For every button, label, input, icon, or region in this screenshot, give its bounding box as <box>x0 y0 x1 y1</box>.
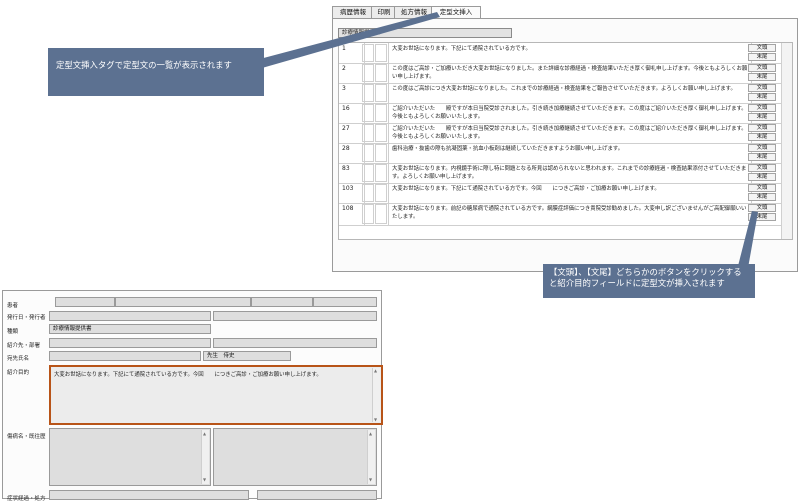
diagnosis-textarea[interactable] <box>49 428 211 486</box>
purpose-scrollbar[interactable] <box>372 368 380 422</box>
callout-button-hint: 【文頭】、【文尾】どちらかのボタンをクリックすると紹介目的フィールドに定型文が挿… <box>543 264 755 298</box>
diagnosis-scrollbar[interactable] <box>201 430 209 484</box>
issuer-field[interactable] <box>213 311 377 321</box>
callout-arrow-to-tab <box>256 12 440 68</box>
label-issue-date: 発行日・発行者 <box>7 315 46 321</box>
doctor-honorific-field[interactable]: 先生 侍史 <box>203 351 291 361</box>
referral-form: 患者 発行日・発行者 種類 診療情報提供書 紹介先・部署 宛先氏名 先生 侍史 … <box>2 290 383 502</box>
refer-to-hospital-field[interactable] <box>49 338 211 348</box>
refer-to-department-field[interactable] <box>213 338 377 348</box>
purpose-text: 大変お世話になります。下記にて通院されている方です。今回 につきご高診・ご加療お… <box>54 372 322 378</box>
history-textarea[interactable] <box>213 428 377 486</box>
label-diagnosis: 傷病名・既往歴 <box>7 434 46 440</box>
doctor-name-field[interactable] <box>49 351 201 361</box>
issue-date-field[interactable] <box>49 311 211 321</box>
label-doctor-name: 宛先氏名 <box>7 356 30 362</box>
label-patient: 患者 <box>7 303 19 309</box>
callout-arrow-to-button <box>738 211 758 268</box>
label-course: 症状経過・処方 <box>7 496 46 502</box>
label-refer-to: 紹介先・部署 <box>7 343 41 349</box>
callout-tab-hint: 定型文挿入タグで定型文の一覧が表示されます <box>48 48 264 96</box>
history-scrollbar[interactable] <box>367 430 375 484</box>
patient-birth-field[interactable] <box>251 297 313 307</box>
purpose-textarea[interactable]: 大変お世話になります。下記にて通院されている方です。今回 につきご高診・ご加療お… <box>49 365 383 425</box>
patient-age-field[interactable] <box>313 297 377 307</box>
patient-name-field[interactable] <box>115 297 251 307</box>
label-purpose: 紹介目的 <box>7 370 30 376</box>
patient-id-field[interactable] <box>55 297 115 307</box>
label-type: 種類 <box>7 329 19 335</box>
type-field[interactable]: 診療情報提供書 <box>49 324 211 334</box>
